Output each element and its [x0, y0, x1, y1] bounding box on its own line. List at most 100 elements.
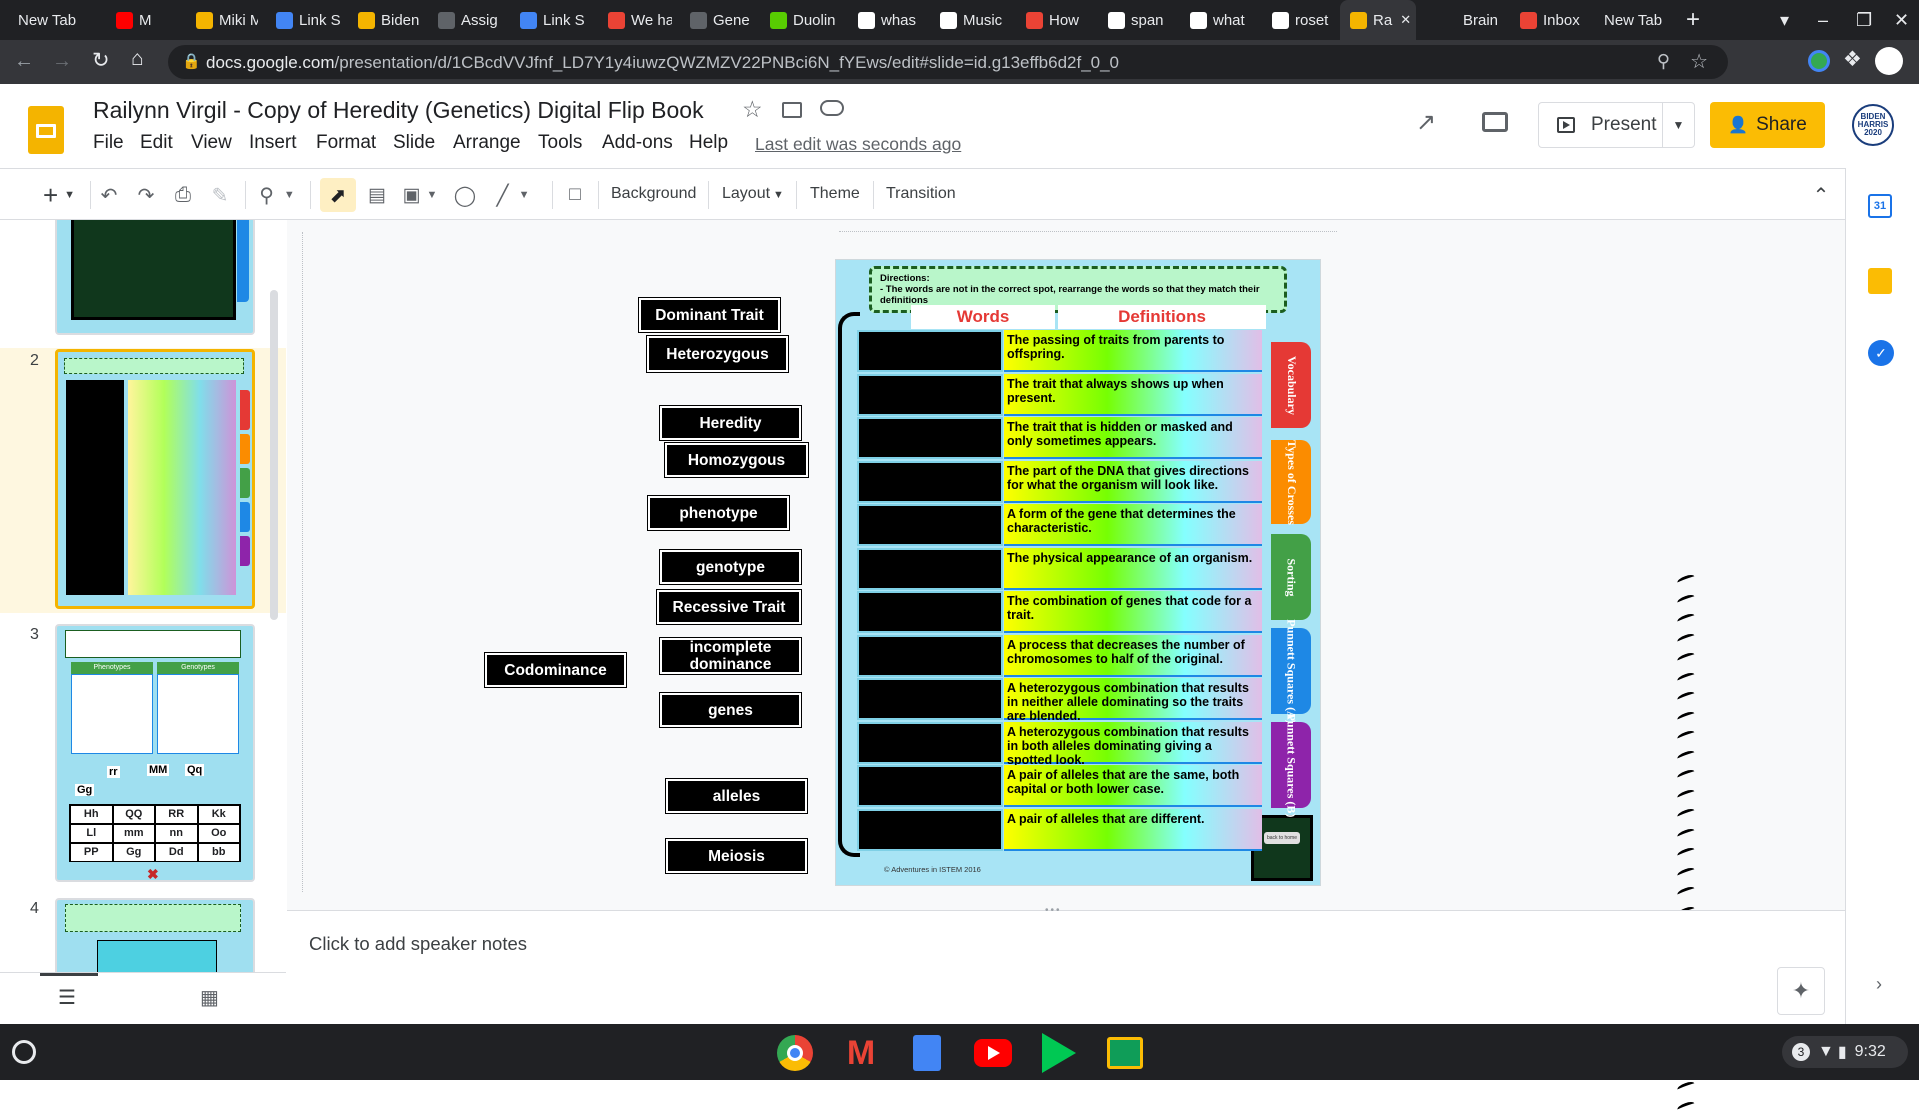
theme-button[interactable]: Theme — [810, 185, 860, 203]
account-avatar[interactable]: BIDEN HARRIS 2020 — [1852, 104, 1894, 146]
slide-thumbnail-1[interactable] — [55, 220, 255, 335]
browser-tab[interactable]: Link S — [508, 0, 590, 40]
list-view-icon[interactable]: ☰ — [58, 985, 76, 1010]
answer-cell[interactable] — [857, 547, 1003, 590]
calendar-icon[interactable]: 31 — [1868, 194, 1892, 218]
close-tab-icon[interactable]: ✕ — [1400, 12, 1411, 28]
menu-arrange[interactable]: Arrange — [453, 132, 521, 154]
browser-tab[interactable]: Gene — [678, 0, 752, 40]
layout-button[interactable]: Layout ▼ — [722, 185, 784, 203]
slides-logo-icon[interactable] — [28, 106, 64, 154]
last-edit-link[interactable]: Last edit was seconds ago — [755, 134, 961, 155]
browser-tab[interactable]: Inbox — [1508, 0, 1584, 40]
shape-icon[interactable]: ◯ — [450, 178, 480, 212]
notes-resize-handle[interactable]: ••• — [1045, 905, 1062, 916]
play-store-app-icon[interactable] — [1038, 1032, 1080, 1074]
extension-icon[interactable] — [1808, 50, 1830, 72]
word-tile[interactable]: Homozygous — [664, 442, 809, 478]
tab-search-icon[interactable]: ▾ — [1780, 0, 1789, 40]
redo-icon[interactable]: ↷ — [133, 178, 159, 212]
browser-tab[interactable]: Brain — [1428, 0, 1502, 40]
line-icon[interactable]: ╱ ▼ — [490, 178, 536, 212]
youtube-app-icon[interactable] — [972, 1032, 1014, 1074]
menu-addons[interactable]: Add-ons — [602, 132, 673, 154]
word-tile[interactable]: Heterozygous — [646, 335, 789, 373]
zoom-icon[interactable]: ⚲ ▼ — [255, 178, 299, 212]
answer-cell[interactable] — [857, 721, 1003, 764]
word-tile[interactable]: Dominant Trait — [638, 297, 781, 333]
browser-tab[interactable]: M — [104, 0, 178, 40]
present-button[interactable]: Present ▼ — [1538, 102, 1695, 148]
add-comment-icon[interactable]: □ — [561, 178, 589, 212]
word-tile[interactable]: Recessive Trait — [656, 589, 802, 625]
browser-tab[interactable]: span — [1096, 0, 1172, 40]
status-tray[interactable]: 3 ▼ ▮ 9:32 — [1782, 1036, 1908, 1068]
zoom-icon[interactable]: ⚲ — [1657, 51, 1670, 72]
gmail-app-icon[interactable]: M — [840, 1032, 882, 1074]
answer-cell[interactable] — [857, 330, 1003, 372]
menu-tools[interactable]: Tools — [538, 132, 582, 154]
print-icon[interactable]: ⎙ — [170, 178, 196, 212]
answer-cell[interactable] — [857, 634, 1003, 677]
text-box-icon[interactable]: ▤ — [362, 178, 392, 212]
maximize-icon[interactable]: ❐ — [1856, 0, 1872, 40]
word-tile[interactable]: genes — [659, 692, 802, 728]
browser-tab[interactable]: Assig — [426, 0, 502, 40]
select-cursor-icon[interactable]: ⬈ — [320, 178, 356, 212]
lock-icon[interactable]: 🔒 — [182, 52, 201, 70]
transition-button[interactable]: Transition — [886, 185, 956, 203]
filmstrip-scrollbar[interactable] — [270, 290, 278, 620]
insert-image-icon[interactable]: ▣ ▼ — [400, 178, 440, 212]
cloud-status-icon[interactable] — [820, 100, 844, 116]
answer-cell[interactable] — [857, 808, 1003, 851]
grid-view-icon[interactable]: ▦ — [200, 985, 219, 1010]
chrome-app-icon[interactable] — [774, 1032, 816, 1074]
browser-tab[interactable]: Music — [928, 0, 1008, 40]
word-tile[interactable]: Meiosis — [665, 838, 808, 874]
section-tab[interactable]: Punnett Squares (B) — [1271, 713, 1311, 817]
star-icon[interactable]: ☆ — [742, 96, 763, 123]
browser-tab[interactable]: Link S — [264, 0, 340, 40]
speaker-notes-placeholder[interactable]: Click to add speaker notes — [309, 933, 527, 955]
word-tile[interactable]: alleles — [665, 778, 808, 814]
browser-tab[interactable]: New Tab — [1592, 0, 1672, 40]
answer-cell[interactable] — [857, 765, 1003, 807]
browser-tab[interactable]: roset — [1260, 0, 1340, 40]
home-icon[interactable]: ⌂ — [131, 47, 144, 71]
answer-cell[interactable] — [857, 373, 1003, 416]
section-tab[interactable]: Vocabulary — [1271, 342, 1311, 428]
menu-format[interactable]: Format — [316, 132, 376, 154]
answer-cell[interactable] — [857, 460, 1003, 503]
docs-app-icon[interactable] — [906, 1032, 948, 1074]
section-tab[interactable]: Sorting — [1271, 534, 1311, 620]
back-to-home-button[interactable]: back to home — [1264, 832, 1300, 844]
slide-thumbnail-2[interactable] — [55, 349, 255, 609]
menu-help[interactable]: Help — [689, 132, 728, 154]
explore-icon[interactable]: ✦ — [1777, 967, 1825, 1015]
undo-icon[interactable]: ↶ — [96, 178, 122, 212]
bookmark-star-icon[interactable]: ☆ — [1690, 49, 1708, 74]
browser-tab[interactable]: We ha — [596, 0, 672, 40]
expand-side-panel-icon[interactable]: › — [1876, 974, 1882, 995]
answer-cell[interactable] — [857, 504, 1003, 546]
speaker-notes[interactable]: ••• Click to add speaker notes ✦ — [287, 905, 1845, 1024]
back-icon[interactable]: ← — [14, 50, 34, 73]
word-tile[interactable]: phenotype — [647, 495, 790, 531]
browser-tab[interactable]: Ra ✕ — [1340, 0, 1416, 40]
new-slide-button[interactable]: + ▼ — [34, 178, 84, 212]
classroom-app-icon[interactable] — [1104, 1032, 1146, 1074]
comments-icon[interactable] — [1482, 112, 1508, 132]
browser-tab[interactable]: Biden — [346, 0, 420, 40]
browser-tab[interactable]: New Tab — [6, 0, 98, 40]
answer-cell[interactable] — [857, 417, 1003, 459]
share-button[interactable]: 👤 Share — [1710, 102, 1825, 148]
menu-edit[interactable]: Edit — [140, 132, 173, 154]
present-dropdown-icon[interactable]: ▼ — [1662, 103, 1694, 147]
menu-slide[interactable]: Slide — [393, 132, 435, 154]
keep-icon[interactable] — [1868, 268, 1892, 294]
reload-icon[interactable]: ↻ — [92, 48, 110, 73]
answer-cell[interactable] — [857, 591, 1003, 633]
close-window-icon[interactable]: ✕ — [1894, 0, 1909, 40]
browser-tab[interactable]: How — [1014, 0, 1090, 40]
menu-file[interactable]: File — [93, 132, 124, 154]
